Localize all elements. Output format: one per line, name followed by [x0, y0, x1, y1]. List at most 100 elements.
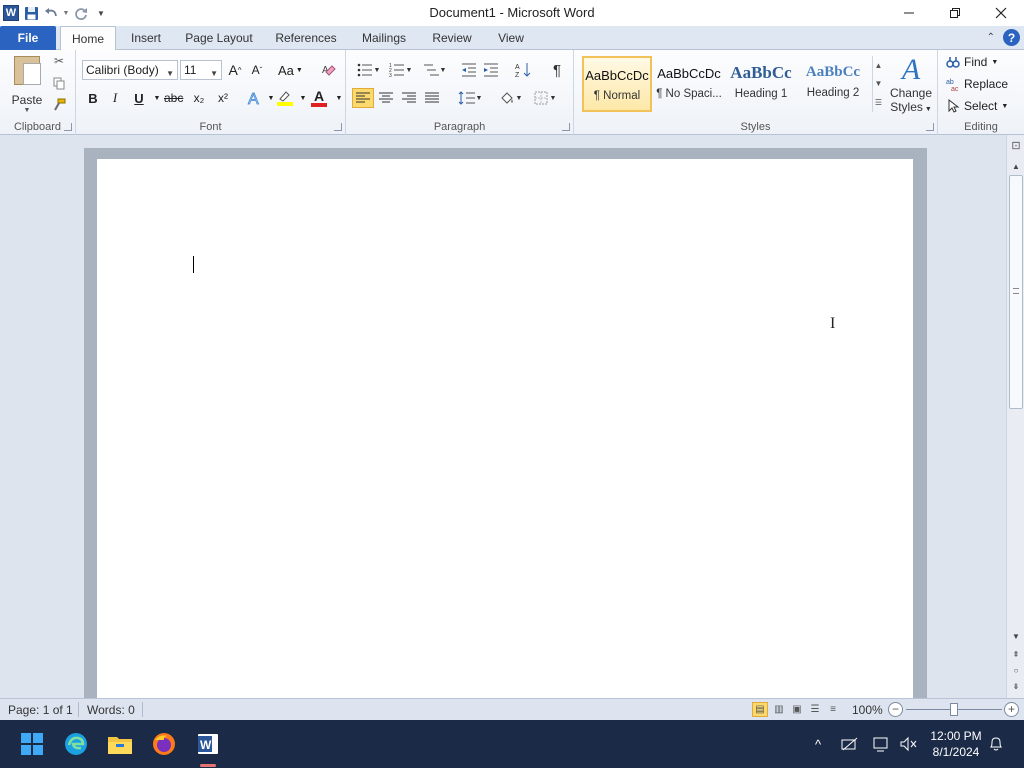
- word-count[interactable]: Words: 0: [87, 703, 135, 717]
- change-case-button[interactable]: Aa ▼: [278, 60, 303, 80]
- vertical-scrollbar[interactable]: ⊡ ▲ ▼ ⇞ ○ ⇟: [1006, 135, 1024, 698]
- style-heading-1[interactable]: AaBbCc Heading 1: [726, 56, 796, 112]
- change-styles-button[interactable]: A Change Styles ▼: [888, 54, 934, 116]
- full-screen-reading-icon[interactable]: ▥: [771, 702, 787, 717]
- tab-insert[interactable]: Insert: [122, 26, 170, 50]
- cut-icon[interactable]: ✂: [50, 52, 68, 70]
- scroll-down-icon[interactable]: ▼: [1007, 629, 1024, 645]
- gallery-more-icon[interactable]: ☰: [875, 98, 882, 107]
- tab-mailings[interactable]: Mailings: [354, 26, 414, 50]
- increase-indent-icon[interactable]: [480, 60, 502, 80]
- paragraph-launcher-icon[interactable]: [562, 123, 570, 131]
- replace-icon: abac: [946, 79, 959, 91]
- bullets-dropdown-icon[interactable]: ▼: [372, 60, 382, 80]
- view-ruler-icon[interactable]: ⊡: [1008, 139, 1024, 157]
- show-formatting-icon[interactable]: ¶: [546, 60, 568, 80]
- file-explorer-icon[interactable]: [104, 728, 136, 760]
- font-color-button[interactable]: A: [310, 88, 328, 108]
- style-normal-preview: AaBbCcDc: [585, 68, 649, 83]
- tab-file[interactable]: File: [0, 26, 56, 50]
- style-heading-2[interactable]: AaBbCc Heading 2: [798, 56, 868, 112]
- underline-button[interactable]: U: [130, 88, 148, 108]
- change-styles-label-2: Styles: [890, 100, 923, 114]
- page-count[interactable]: Page: 1 of 1: [8, 703, 73, 717]
- help-icon[interactable]: ?: [1003, 29, 1020, 46]
- maximize-icon[interactable]: [932, 0, 978, 26]
- network-icon[interactable]: [840, 734, 860, 754]
- draft-view-icon[interactable]: ≡: [825, 702, 841, 717]
- multilevel-dropdown-icon[interactable]: ▼: [438, 60, 448, 80]
- document-page[interactable]: [97, 159, 913, 699]
- strikethrough-button[interactable]: abc: [164, 88, 183, 108]
- clear-formatting-icon[interactable]: A: [320, 60, 338, 80]
- subscript-button[interactable]: x₂: [190, 88, 208, 108]
- window-controls: [886, 0, 1024, 26]
- font-size-combo[interactable]: 11 ▼: [180, 60, 222, 80]
- bold-button[interactable]: B: [84, 88, 102, 108]
- select-browse-object-icon[interactable]: ○: [1007, 663, 1024, 679]
- style-heading-2-preview: AaBbCc: [805, 64, 861, 80]
- superscript-button[interactable]: x²: [214, 88, 232, 108]
- copy-icon[interactable]: [50, 74, 68, 92]
- numbering-dropdown-icon[interactable]: ▼: [404, 60, 414, 80]
- font-size-value: 11: [184, 63, 197, 77]
- select-button[interactable]: Select ▼: [946, 96, 1008, 116]
- scroll-thumb[interactable]: [1009, 175, 1023, 409]
- italic-button[interactable]: I: [106, 88, 124, 108]
- sort-icon[interactable]: AZ: [512, 60, 534, 80]
- zoom-slider-knob[interactable]: [950, 703, 958, 716]
- align-left-icon[interactable]: [352, 88, 374, 108]
- style-normal[interactable]: AaBbCcDc ¶ Normal: [582, 56, 652, 112]
- decrease-indent-icon[interactable]: [458, 60, 480, 80]
- start-icon[interactable]: [16, 728, 48, 760]
- close-icon[interactable]: [978, 0, 1024, 26]
- show-hidden-icons-icon[interactable]: ^: [808, 734, 828, 754]
- font-launcher-icon[interactable]: [334, 123, 342, 131]
- previous-page-icon[interactable]: ⇞: [1007, 647, 1024, 663]
- line-spacing-dropdown-icon[interactable]: ▼: [474, 88, 484, 108]
- tab-review[interactable]: Review: [426, 26, 478, 50]
- scroll-up-icon[interactable]: ▲: [1007, 159, 1024, 175]
- shading-dropdown-icon[interactable]: ▼: [514, 88, 524, 108]
- format-painter-icon[interactable]: [50, 96, 68, 114]
- tab-page-layout[interactable]: Page Layout: [180, 26, 258, 50]
- word-taskbar-icon[interactable]: W: [192, 728, 224, 760]
- print-layout-view-icon[interactable]: ▤: [752, 702, 768, 717]
- minimize-icon[interactable]: [886, 0, 932, 26]
- find-button[interactable]: Find ▼: [946, 52, 998, 72]
- replace-button[interactable]: ab ac Replace: [946, 74, 1008, 94]
- web-layout-icon[interactable]: ▣: [789, 702, 805, 717]
- minimize-ribbon-icon[interactable]: ⌃: [987, 32, 995, 43]
- gallery-down-icon[interactable]: ▼: [875, 79, 883, 88]
- style-no-spacing[interactable]: AaBbCcDc ¶ No Spaci...: [654, 56, 724, 112]
- styles-gallery-scroll: ▲ ▼ ☰: [872, 56, 884, 112]
- volume-muted-icon[interactable]: [898, 734, 918, 754]
- notifications-icon[interactable]: [986, 734, 1006, 754]
- font-name-combo[interactable]: Calibri (Body) ▼: [82, 60, 178, 80]
- zoom-in-icon[interactable]: +: [1004, 702, 1019, 717]
- zoom-level[interactable]: 100%: [852, 703, 883, 717]
- highlight-icon[interactable]: [276, 88, 294, 108]
- tab-home[interactable]: Home: [60, 26, 116, 51]
- shrink-font-icon[interactable]: Aˇ: [248, 60, 266, 80]
- align-right-icon[interactable]: [398, 88, 420, 108]
- edge-browser-icon[interactable]: [60, 728, 92, 760]
- tab-view[interactable]: View: [490, 26, 532, 50]
- paste-button[interactable]: Paste ▼: [8, 54, 46, 114]
- align-center-icon[interactable]: [375, 88, 397, 108]
- grow-font-icon[interactable]: A ^: [226, 60, 244, 80]
- outline-view-icon[interactable]: ☰: [807, 702, 823, 717]
- clock-time: 12:00 PM: [930, 729, 982, 743]
- borders-dropdown-icon[interactable]: ▼: [548, 88, 558, 108]
- tab-references[interactable]: References: [270, 26, 342, 50]
- styles-launcher-icon[interactable]: [926, 123, 934, 131]
- gallery-up-icon[interactable]: ▲: [875, 61, 883, 70]
- justify-icon[interactable]: [421, 88, 443, 108]
- zoom-out-icon[interactable]: −: [888, 702, 903, 717]
- styles-group-label: Styles: [740, 121, 771, 133]
- clock[interactable]: 12:00 PM 8/1/2024: [922, 728, 990, 760]
- display-icon[interactable]: [872, 734, 892, 754]
- firefox-icon[interactable]: [148, 728, 180, 760]
- clipboard-launcher-icon[interactable]: [64, 123, 72, 131]
- next-page-icon[interactable]: ⇟: [1007, 679, 1024, 695]
